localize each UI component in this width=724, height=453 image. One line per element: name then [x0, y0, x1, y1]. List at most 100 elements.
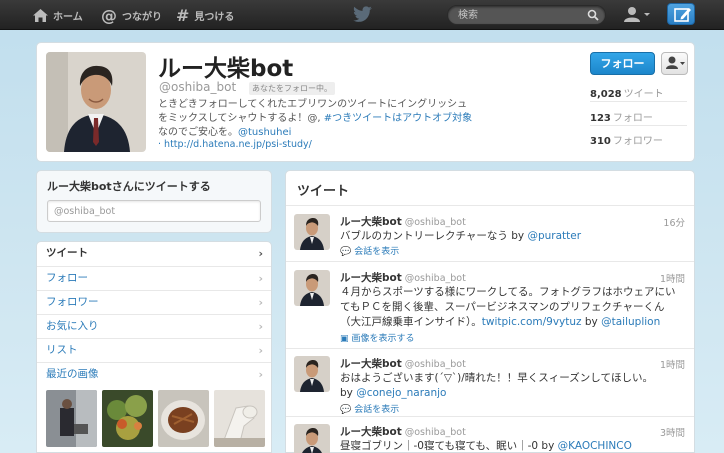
tweet-input[interactable] [47, 200, 261, 222]
tweet-author-name: ルー大柴bot [340, 216, 402, 228]
tweet-author[interactable]: ルー大柴bot @oshiba_bot [340, 270, 466, 285]
speech-bubble-icon: 💬 [340, 405, 352, 415]
tweet-avatar[interactable] [294, 424, 330, 453]
tweet-text-line: by @conejo_naranjo [340, 386, 680, 401]
compose-tweet-button[interactable] [667, 3, 695, 25]
stat-followers-value: 310 [590, 136, 611, 147]
image-icon: ▣ [340, 334, 349, 344]
stat-followers-label: フォロワー [612, 136, 663, 147]
tweet-author-handle: @oshiba_bot [404, 427, 466, 438]
tweet-item[interactable]: ルー大柴bot @oshiba_bot 3時間 昼寝ゴブリン｜-0寝ても寝ても、眠… [286, 424, 694, 453]
sidebar-item-recent-images[interactable]: 最近の画像 › [37, 362, 271, 386]
stat-following[interactable]: 123 フォロー [590, 109, 690, 124]
view-conversation-label: 会話を表示 [354, 405, 400, 415]
tweet-text: 昼寝ゴブリン｜-0寝ても寝ても、眠い｜-0 by @KAOCHINCO [340, 439, 680, 453]
top-navigation-bar: ホーム @ つながり # 見つける [0, 0, 724, 30]
tweet-text-body: 昼寝ゴブリン｜-0寝ても寝ても、眠い｜-0 by [340, 440, 558, 452]
hashtag-link[interactable]: #つきツイートはアウトオブ対象 [324, 113, 472, 124]
timeline-title: ツイート [297, 184, 350, 199]
tweet-text-line: てもＰＣを開く後輩、スーパービジネスマンのプリフェクチャーくん [340, 301, 665, 313]
mention-link[interactable]: @tushuhei [238, 127, 291, 138]
account-menu-button[interactable] [622, 5, 652, 25]
profile-bio: ときどきフォローしてくれたエブリワンのツイートにイングリッシュ をミックスしてシ… [158, 98, 478, 140]
chevron-down-icon [644, 13, 650, 16]
profile-url-text[interactable]: http://d.hatena.ne.jp/psi-study/ [164, 139, 312, 150]
tweet-text-body: バブルのカントリーレクチャーなう by [340, 230, 528, 242]
tweet-avatar[interactable] [294, 270, 330, 306]
mention-link[interactable]: @KAOCHINCO [558, 440, 632, 452]
search-icon[interactable] [587, 9, 599, 21]
tweet-avatar[interactable] [294, 214, 330, 250]
sidebar-item-lists[interactable]: リスト › [37, 338, 271, 362]
tweet-text: ４月からスポーツする様にワークしてる。フォトグラフはホウェアにい てもＰＣを開く… [340, 285, 680, 330]
stat-following-value: 123 [590, 113, 611, 124]
sidebar-item-label: リスト [46, 344, 78, 356]
tweet-author[interactable]: ルー大柴bot @oshiba_bot [340, 356, 466, 371]
chevron-right-icon: › [258, 344, 263, 357]
bio-line: なのでご安心を。@tushuhei [158, 126, 478, 140]
sidebar-item-label: ツイート [46, 247, 88, 259]
recent-image-thumbnail[interactable] [46, 390, 97, 447]
nav-discover[interactable]: # 見つける [176, 0, 234, 30]
follow-button[interactable]: フォロー [590, 52, 655, 75]
tweet-item[interactable]: ルー大柴bot @oshiba_bot 1時間 おはようございます(´▽`)/晴れ… [286, 356, 694, 416]
sidebar-item-following[interactable]: フォロー › [37, 266, 271, 290]
search-box[interactable] [447, 5, 606, 25]
tweet-avatar[interactable] [294, 356, 330, 392]
search-input[interactable] [458, 8, 578, 23]
tweet-text: おはようございます(´▽`)/晴れた！！早くスィーズンしてほしい。 by @co… [340, 371, 680, 401]
tweet-author-handle: @oshiba_bot [404, 217, 466, 228]
recent-image-thumbnail[interactable] [214, 390, 265, 447]
tweet-author-handle: @oshiba_bot [404, 273, 466, 284]
twitpic-link[interactable]: twitpic.com/9vytuz [482, 316, 582, 328]
tweet-timestamp[interactable]: 1時間 [660, 357, 685, 371]
sidebar-item-label: フォロー [46, 272, 88, 284]
at-icon: @ [101, 5, 117, 25]
stat-followers[interactable]: 310 フォロワー [590, 132, 690, 147]
stat-tweets-label: ツイート [623, 89, 664, 100]
nav-connect-label: つながり [122, 11, 162, 23]
tweet-author[interactable]: ルー大柴bot @oshiba_bot [340, 424, 466, 439]
tweet-timestamp[interactable]: 16分 [663, 215, 685, 229]
hashtag-icon: # [176, 5, 190, 25]
tweet-author-name: ルー大柴bot [340, 426, 402, 438]
tweet-author[interactable]: ルー大柴bot @oshiba_bot [340, 214, 466, 229]
tweet-item[interactable]: ルー大柴bot @oshiba_bot 16分 バブルのカントリーレクチャーなう … [286, 214, 694, 259]
tweet-item[interactable]: ルー大柴bot @oshiba_bot 1時間 ４月からスポーツする様にワークして… [286, 270, 694, 346]
chevron-right-icon: › [258, 296, 263, 309]
recent-image-thumbnail[interactable] [158, 390, 209, 447]
mention-link[interactable]: @tailuplion [601, 316, 660, 328]
profile-url[interactable]: · http://d.hatena.ne.jp/psi-study/ [158, 139, 312, 150]
view-image-link[interactable]: ▣ 画像を表示する [340, 331, 415, 344]
profile-name: ルー大柴bot [158, 56, 294, 82]
profile-card: ルー大柴bot @oshiba_bot あなたをフォロー中。 ときどきフォローし… [36, 42, 695, 162]
mention-link[interactable]: @puratter [527, 230, 581, 242]
view-conversation-link[interactable]: 💬 会話を表示 [340, 402, 399, 415]
sidebar-item-tweets[interactable]: ツイート › [37, 242, 271, 266]
stat-tweets[interactable]: 8,028 ツイート [590, 85, 690, 100]
view-conversation-link[interactable]: 💬 会話を表示 [340, 244, 399, 257]
recent-image-thumbnail[interactable] [102, 390, 153, 447]
nav-home-label: ホーム [53, 11, 83, 23]
sidebar-item-label: フォロワー [46, 296, 99, 308]
profile-avatar[interactable] [46, 52, 146, 152]
nav-home[interactable]: ホーム [33, 0, 83, 30]
tweet-text-body: by [581, 316, 602, 328]
chevron-right-icon: › [258, 320, 263, 333]
mention-link[interactable]: @conejo_naranjo [356, 387, 446, 399]
stat-following-label: フォロー [612, 113, 653, 124]
follows-you-badge: あなたをフォロー中。 [249, 82, 335, 95]
tweet-text-line: おはようございます(´▽`)/晴れた！！早くスィーズンしてほしい。 [340, 372, 653, 384]
nav-connect[interactable]: @ つながり [101, 0, 162, 30]
user-actions-dropdown[interactable] [661, 52, 688, 75]
home-icon [33, 8, 48, 22]
sidebar-item-followers[interactable]: フォロワー › [37, 290, 271, 314]
tweet-timeline: ツイート ルー大柴bot @oshiba_bot 16分 バブルのカントリーレクチ… [285, 170, 695, 453]
tweet-timestamp[interactable]: 3時間 [660, 425, 685, 439]
twitter-bird-icon[interactable] [352, 6, 372, 22]
tweet-timestamp[interactable]: 1時間 [660, 271, 685, 285]
sidebar-item-favorites[interactable]: お気に入り › [37, 314, 271, 338]
sidebar-item-label: お気に入り [46, 320, 99, 332]
bio-line: をミックスしてシャウトするよ！@, #つきツイートはアウトオブ対象 [158, 112, 478, 126]
divider [286, 416, 694, 417]
